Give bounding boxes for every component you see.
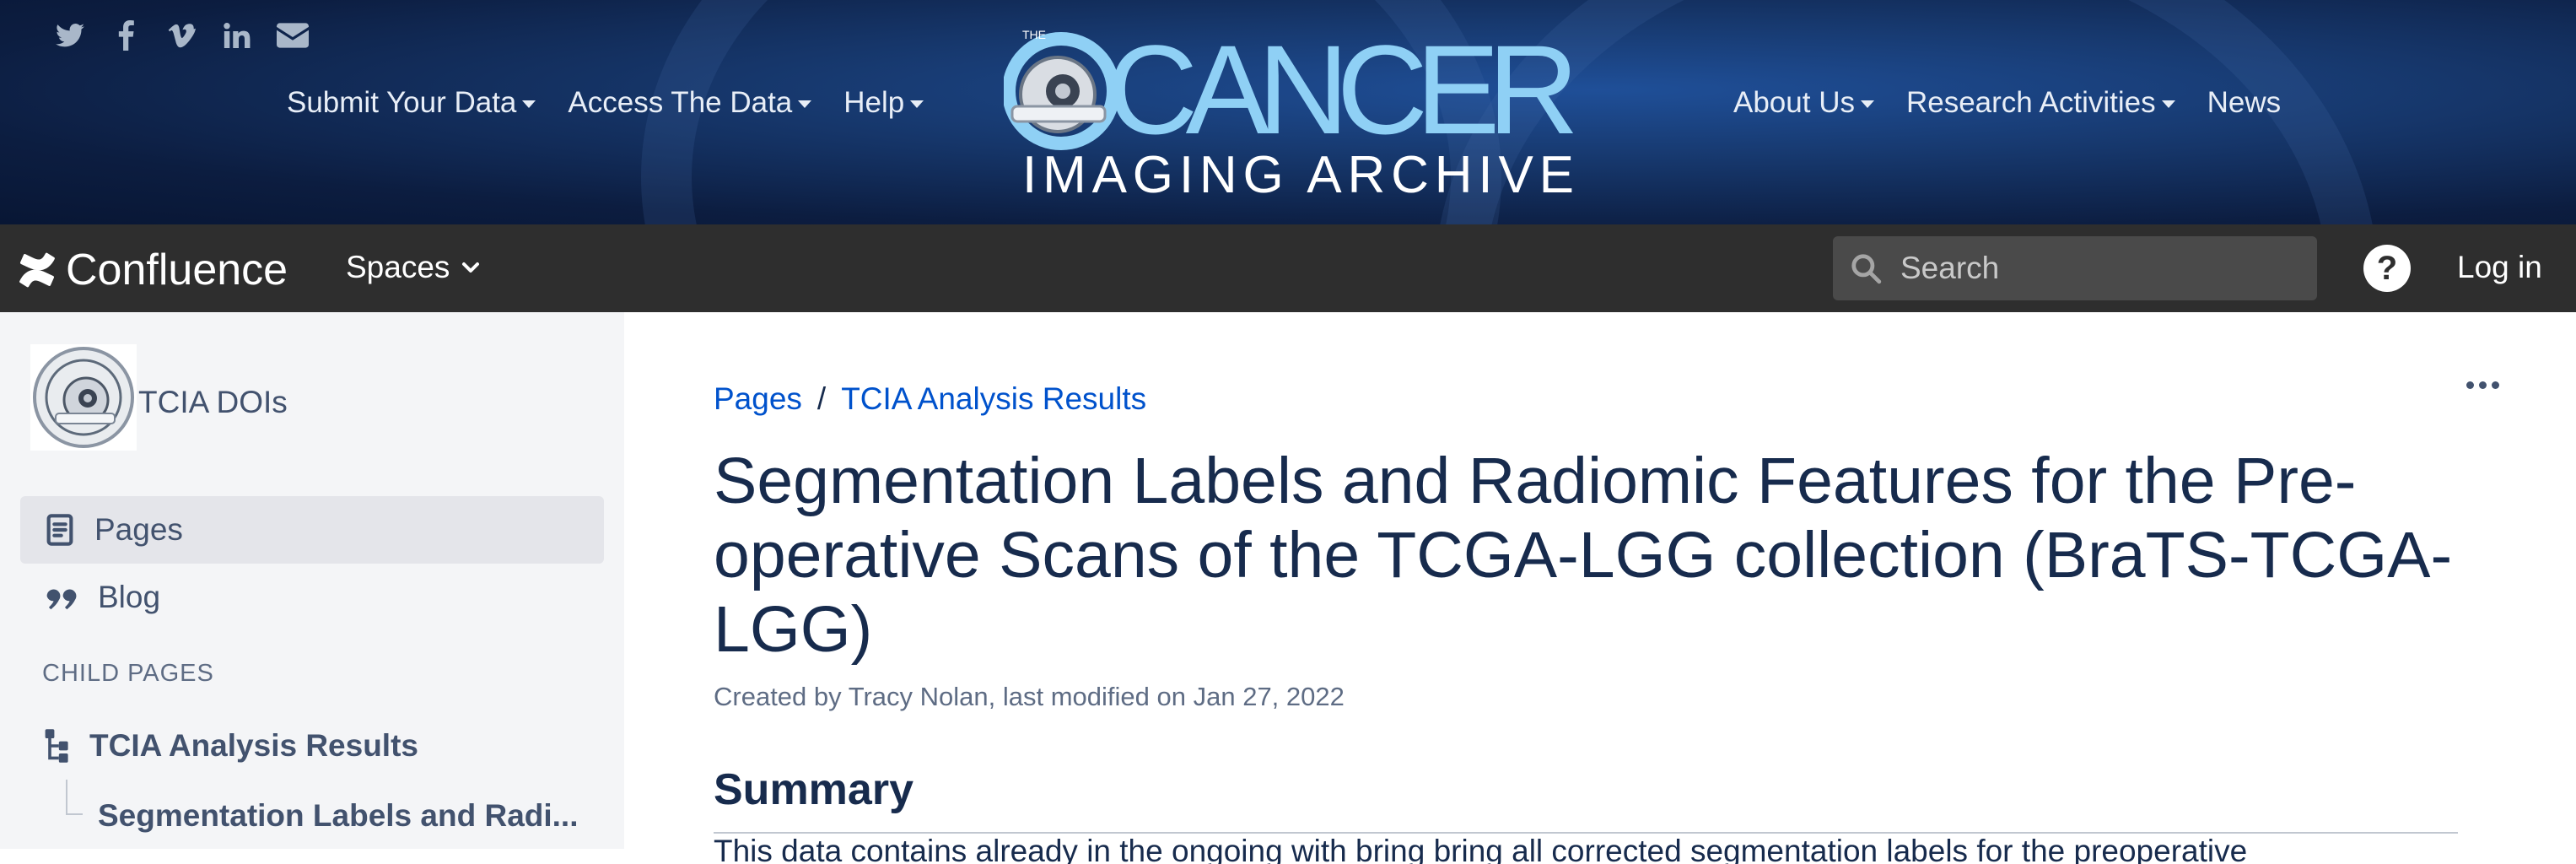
breadcrumb-pages[interactable]: Pages xyxy=(714,381,802,417)
chevron-down-icon xyxy=(462,262,480,273)
quote-icon xyxy=(46,589,77,610)
confluence-logo[interactable]: Confluence xyxy=(19,245,288,295)
confluence-icon xyxy=(19,252,55,288)
search-icon xyxy=(1851,254,1882,284)
twitter-icon[interactable] xyxy=(42,19,98,52)
nav-help[interactable]: Help xyxy=(843,86,924,120)
summary-paragraph: This data contains already in the ongoin… xyxy=(714,839,2248,864)
breadcrumb: Pages / TCIA Analysis Results xyxy=(714,381,1146,417)
sidebar-item-blog[interactable]: Blog xyxy=(20,564,604,631)
confluence-brand: Confluence xyxy=(66,246,288,294)
caret-down-icon xyxy=(1860,100,1874,108)
nav-about-us[interactable]: About Us xyxy=(1733,86,1874,120)
caret-down-icon xyxy=(2161,100,2175,108)
breadcrumb-analysis-results[interactable]: TCIA Analysis Results xyxy=(841,381,1146,417)
tree-connector xyxy=(66,780,83,815)
page-title: Segmentation Labels and Radiomic Feature… xyxy=(714,445,2453,666)
tree-item-current-page[interactable]: Segmentation Labels and Radi... xyxy=(98,798,579,834)
svg-text:IMAGING ARCHIVE: IMAGING ARCHIVE xyxy=(1022,146,1579,199)
more-actions-icon[interactable] xyxy=(2466,381,2499,389)
linkedin-icon[interactable] xyxy=(209,19,265,52)
svg-text:THE: THE xyxy=(1022,28,1046,41)
caret-down-icon xyxy=(910,100,924,108)
page-tree-icon xyxy=(45,729,68,763)
cancer-imaging-archive-logo[interactable]: THE CANCER IMAGING ARCHIVE xyxy=(1004,14,1586,199)
social-links xyxy=(42,19,321,52)
nav-research-activities[interactable]: Research Activities xyxy=(1906,86,2175,120)
email-icon[interactable] xyxy=(265,19,321,52)
svg-text:CANCER: CANCER xyxy=(1107,19,1579,160)
scanner-icon xyxy=(1004,32,1120,150)
nav-submit-your-data[interactable]: Submit Your Data xyxy=(287,86,536,120)
banner-nav-right: About Us Research Activities News xyxy=(1733,86,2313,120)
vimeo-icon[interactable] xyxy=(154,19,209,52)
nav-news[interactable]: News xyxy=(2207,86,2282,120)
section-heading-summary: Summary xyxy=(714,765,913,814)
login-link[interactable]: Log in xyxy=(2457,250,2542,285)
help-icon[interactable]: ? xyxy=(2363,245,2411,292)
breadcrumb-separator: / xyxy=(816,381,827,416)
nav-access-the-data[interactable]: Access The Data xyxy=(568,86,812,120)
spaces-menu[interactable]: Spaces xyxy=(346,250,480,285)
banner-nav-left: Submit Your Data Access The Data Help xyxy=(287,86,956,120)
pages-icon xyxy=(46,514,73,546)
confluence-header: Confluence Spaces ? Log in xyxy=(0,224,2576,312)
search-input[interactable] xyxy=(1899,250,2290,287)
site-banner: Submit Your Data Access The Data Help TH… xyxy=(0,0,2576,224)
tree-item-analysis-results[interactable]: TCIA Analysis Results xyxy=(42,727,418,764)
page-byline: Created by Tracy Nolan, last modified on… xyxy=(714,682,1345,711)
heading-divider xyxy=(714,832,2458,834)
caret-down-icon xyxy=(798,100,812,108)
caret-down-icon xyxy=(522,100,536,108)
facebook-icon[interactable] xyxy=(98,19,154,52)
space-name[interactable]: TCIA DOIs xyxy=(138,385,288,420)
sidebar-item-pages[interactable]: Pages xyxy=(20,496,604,564)
space-sidebar: TCIA DOIs Pages Blog CHILD PAGES TCIA An… xyxy=(0,312,624,849)
child-pages-heading: CHILD PAGES xyxy=(42,660,214,687)
search-box[interactable] xyxy=(1833,236,2317,300)
space-avatar[interactable] xyxy=(30,344,137,451)
